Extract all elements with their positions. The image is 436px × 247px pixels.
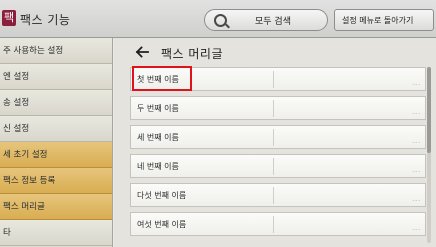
list-item-label: 여섯 번째 이름 bbox=[137, 220, 187, 229]
list-item-second-name[interactable]: 두 번째 이름 ··· bbox=[130, 96, 426, 120]
more-dots-icon: ··· bbox=[412, 198, 421, 205]
list-item-fourth-name[interactable]: 네 번째 이름 ··· bbox=[130, 154, 426, 178]
page-title: 팩스 머리글 bbox=[161, 47, 224, 61]
list-scrollbar[interactable] bbox=[427, 67, 431, 243]
list-item-label: 두 번째 이름 bbox=[137, 104, 179, 113]
search-all-label: 모두 검색 bbox=[255, 17, 291, 27]
back-arrow-icon bbox=[135, 46, 149, 58]
search-icon bbox=[214, 14, 227, 27]
fax-settings-screen: 팩 팩스 기능 모두 검색 설정 메뉴로 돌아가기 주 사용하는 설정 엔 설정… bbox=[0, 0, 436, 247]
sidebar-item-send-settings[interactable]: 송 설정 bbox=[0, 90, 112, 116]
sidebar-item-other[interactable]: 타 bbox=[0, 220, 112, 246]
list-item-third-name[interactable]: 세 번째 이름 ··· bbox=[130, 125, 426, 149]
sidebar-item-frequent-settings[interactable]: 주 사용하는 설정 bbox=[0, 38, 112, 64]
sidebar-item-label: 신 설정 bbox=[3, 124, 30, 134]
list-item-label: 다섯 번째 이름 bbox=[137, 191, 187, 200]
back-button[interactable] bbox=[134, 44, 150, 60]
scrollbar-thumb[interactable] bbox=[427, 67, 431, 153]
sidebar-item-label: 팩스 정보 등록 bbox=[3, 176, 56, 186]
sidebar: 주 사용하는 설정 엔 설정 송 설정 신 설정 세 초기 설정 팩스 정보 등… bbox=[0, 38, 113, 247]
back-to-settings-menu-label: 설정 메뉴로 돌아가기 bbox=[342, 16, 414, 25]
sidebar-item-label: 엔 설정 bbox=[3, 72, 30, 82]
main-content: 팩스 머리글 첫 번째 이름 ··· 두 번째 이름 ··· 세 번째 이름 ·… bbox=[114, 38, 436, 247]
top-bar: 팩 팩스 기능 모두 검색 설정 메뉴로 돌아가기 bbox=[0, 0, 436, 38]
app-logo: 팩 bbox=[2, 10, 16, 26]
list-item-divider bbox=[273, 71, 274, 88]
sidebar-item-fax-info-registration[interactable]: 팩스 정보 등록 bbox=[0, 168, 112, 194]
list-item-label: 첫 번째 이름 bbox=[137, 75, 179, 84]
list-item-divider bbox=[273, 158, 274, 175]
list-item-divider bbox=[273, 100, 274, 117]
list-item-divider bbox=[273, 187, 274, 204]
list-item-divider bbox=[273, 216, 274, 233]
list-item-sixth-name[interactable]: 여섯 번째 이름 ··· bbox=[130, 212, 426, 236]
sidebar-item-label: 주 사용하는 설정 bbox=[3, 46, 64, 56]
back-to-settings-menu-button[interactable]: 설정 메뉴로 돌아가기 bbox=[334, 9, 434, 31]
sidebar-item-scan-settings[interactable]: 엔 설정 bbox=[0, 64, 112, 90]
more-dots-icon: ··· bbox=[412, 140, 421, 147]
sidebar-item-label: 송 설정 bbox=[3, 98, 30, 108]
sidebar-item-receive-settings[interactable]: 신 설정 bbox=[0, 116, 112, 142]
list-item-label: 세 번째 이름 bbox=[137, 133, 179, 142]
search-all-button[interactable]: 모두 검색 bbox=[204, 9, 328, 31]
list-item-fifth-name[interactable]: 다섯 번째 이름 ··· bbox=[130, 183, 426, 207]
list-item-divider bbox=[273, 129, 274, 146]
list-item-first-name[interactable]: 첫 번째 이름 ··· bbox=[130, 67, 426, 91]
sidebar-item-label: 세 초기 설정 bbox=[3, 150, 48, 160]
sidebar-item-label: 타 bbox=[3, 228, 11, 238]
more-dots-icon: ··· bbox=[412, 111, 421, 118]
more-dots-icon: ··· bbox=[412, 82, 421, 89]
list-item-label: 네 번째 이름 bbox=[137, 162, 179, 171]
more-dots-icon: ··· bbox=[412, 227, 421, 234]
sidebar-item-label: 팩스 머리글 bbox=[3, 202, 45, 212]
more-dots-icon: ··· bbox=[412, 169, 421, 176]
sidebar-item-fax-header[interactable]: 팩스 머리글 bbox=[0, 194, 112, 220]
app-title: 팩스 기능 bbox=[20, 13, 71, 27]
sidebar-item-initial-settings[interactable]: 세 초기 설정 bbox=[0, 142, 112, 168]
